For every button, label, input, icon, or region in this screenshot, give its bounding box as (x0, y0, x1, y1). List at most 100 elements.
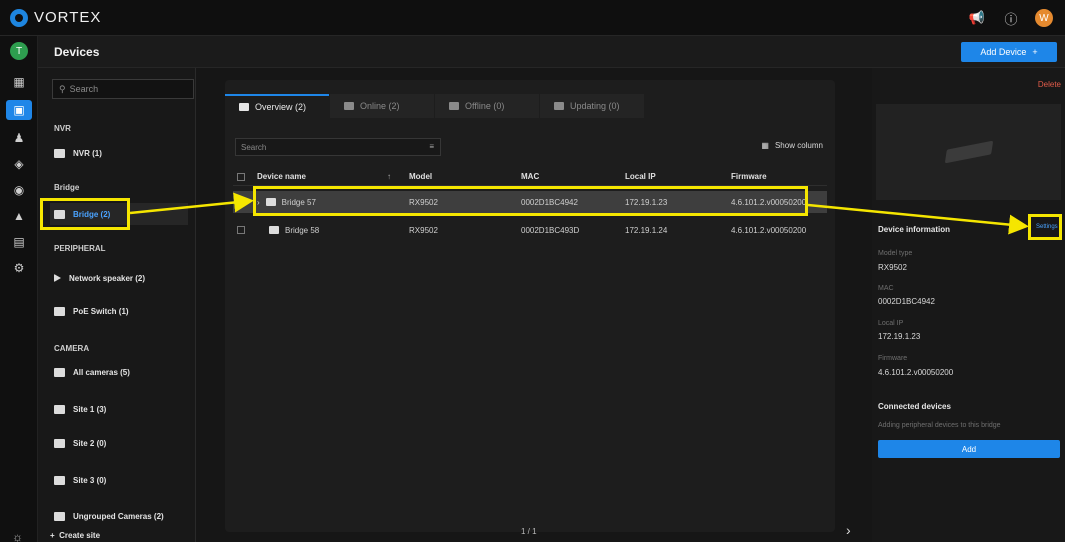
sidebar-item-label: NVR (1) (73, 148, 102, 158)
mac-label: MAC (878, 285, 894, 292)
top-bar: VORTEX 📢 ⓘ W (0, 0, 1065, 36)
pagination[interactable]: 1 / 1 (521, 527, 537, 536)
storage-icon[interactable]: ▤ (9, 232, 29, 252)
folder-icon (54, 404, 65, 414)
col-local-ip[interactable]: Local IP (625, 172, 656, 181)
sidebar-item-label: Ungrouped Cameras (2) (73, 511, 164, 521)
sidebar-item-poe[interactable]: PoE Switch (1) (50, 300, 188, 322)
highlight-box-row (253, 186, 808, 216)
table-header: Device name ↑ Model MAC Local IP Firmwar… (233, 168, 827, 186)
model-label: Model type (878, 250, 913, 257)
row-mac: 0002D1BC493D (521, 225, 580, 235)
devices-icon[interactable]: ▣ (6, 100, 32, 120)
nav-rail: T ▦ ▣ ♟ ◈ ◉ ▲ ▤ ⚙ (0, 36, 38, 542)
add-device-button[interactable]: Add Device + (961, 42, 1057, 62)
switch-icon (54, 306, 65, 316)
row-firmware: 4.6.101.2.v00050200 (731, 225, 807, 235)
sidebar-item-label: PoE Switch (1) (73, 306, 129, 316)
table-search-input[interactable]: Search ≡ (235, 138, 441, 156)
gear-icon[interactable]: ⚙ (9, 258, 29, 278)
create-site-button[interactable]: + Create site (50, 531, 100, 540)
columns-icon: ▦ (761, 141, 769, 150)
sidebar-item-label: Site 3 (0) (73, 475, 107, 485)
sidebar-item-label: Network speaker (2) (69, 273, 146, 283)
sidebar-item-nvr[interactable]: NVR (1) (50, 142, 188, 164)
sidebar-search-input[interactable]: ⚲ Search (52, 79, 194, 99)
bridge-device-icon (944, 140, 993, 164)
ip-value: 172.19.1.23 (878, 332, 921, 341)
col-mac[interactable]: MAC (521, 172, 539, 181)
show-column-label: Show column (774, 141, 823, 150)
tab-overview[interactable]: Overview (2) (225, 94, 329, 118)
filter-icon[interactable]: ≡ (429, 142, 434, 151)
table-row[interactable]: Bridge 58 RX9502 0002D1BC493D 172.19.1.2… (233, 219, 827, 241)
mac-value: 0002D1BC4942 (878, 297, 935, 306)
sidebar-item-label: All cameras (5) (73, 367, 130, 377)
nvr-icon (54, 148, 65, 158)
sidebar-item-label: Site 1 (3) (73, 404, 107, 414)
firmware-label: Firmware (878, 355, 908, 362)
section-camera: CAMERA (54, 344, 90, 353)
row-ip: 172.19.1.24 (625, 225, 668, 235)
sidebar-item-all-cameras[interactable]: All cameras (5) (50, 361, 188, 383)
tab-label: Updating (0) (570, 101, 620, 111)
show-column-button[interactable]: ▦ Show column (761, 141, 823, 150)
tag-icon[interactable]: ◈ (9, 154, 29, 174)
updating-icon (554, 102, 564, 110)
folder-icon (54, 438, 65, 448)
help-icon[interactable]: ⓘ (1001, 8, 1021, 28)
device-icon (239, 103, 249, 111)
user-avatar[interactable]: W (1035, 9, 1053, 27)
speaker-icon (54, 274, 61, 282)
delete-button[interactable]: Delete (1038, 80, 1061, 89)
folder-icon (54, 475, 65, 485)
row-checkbox[interactable] (237, 226, 245, 234)
row-device-name: Bridge 58 (285, 225, 320, 235)
brightness-icon[interactable]: ☼ (12, 530, 23, 542)
section-peripheral: PERIPHERAL (54, 244, 106, 253)
add-connected-device-button[interactable]: Add (878, 440, 1060, 458)
folder-icon (54, 367, 65, 377)
vortex-logo-icon (10, 8, 28, 27)
device-list-panel: Overview (2) Online (2) Offline (0) Upda… (225, 80, 835, 536)
bridge-icon (269, 226, 279, 234)
section-nvr: NVR (54, 124, 71, 133)
online-icon (344, 102, 354, 110)
megaphone-icon[interactable]: 📢 (967, 8, 987, 28)
tab-label: Offline (0) (465, 101, 505, 111)
users-icon[interactable]: ♟ (9, 128, 29, 148)
tab-offline[interactable]: Offline (0) (435, 94, 539, 118)
tab-updating[interactable]: Updating (0) (540, 94, 644, 118)
page-header: Devices Add Device + (38, 36, 1065, 68)
sidebar-item-speaker[interactable]: Network speaker (2) (50, 267, 188, 289)
brand-logo[interactable]: VORTEX (10, 8, 101, 27)
tab-online[interactable]: Online (2) (330, 94, 434, 118)
folder-icon (54, 511, 65, 521)
dashboard-icon[interactable]: ▦ (9, 72, 29, 92)
col-firmware[interactable]: Firmware (731, 172, 767, 181)
camera-icon[interactable]: ◉ (9, 180, 29, 200)
device-info-title: Device information (878, 225, 951, 234)
tab-label: Overview (2) (255, 102, 307, 112)
org-avatar[interactable]: T (10, 42, 28, 60)
device-image (876, 104, 1061, 200)
tab-bar: Overview (2) Online (2) Offline (0) Upda… (225, 94, 644, 118)
sidebar-item-site-3[interactable]: Site 3 (0) (50, 469, 188, 491)
connected-devices-hint: Adding peripheral devices to this bridge (878, 422, 1001, 429)
table-search-placeholder: Search (241, 142, 267, 152)
alerts-icon[interactable]: ▲ (9, 206, 29, 226)
select-all-checkbox[interactable] (237, 172, 245, 181)
sidebar-item-ungrouped[interactable]: Ungrouped Cameras (2) (50, 505, 188, 527)
connected-devices-title: Connected devices (878, 402, 951, 411)
chevron-right-icon[interactable]: › (846, 522, 851, 538)
row-checkbox[interactable] (237, 198, 245, 206)
col-device-name[interactable]: Device name (257, 172, 306, 181)
tab-label: Online (2) (360, 101, 400, 111)
highlight-box-settings (1028, 214, 1062, 240)
sidebar-item-site-1[interactable]: Site 1 (3) (50, 398, 188, 420)
sidebar-item-site-2[interactable]: Site 2 (0) (50, 432, 188, 454)
sort-icon[interactable]: ↑ (387, 172, 391, 181)
col-model[interactable]: Model (409, 172, 432, 181)
plus-icon: + (1032, 47, 1038, 57)
highlight-box-sidebar (40, 198, 130, 230)
